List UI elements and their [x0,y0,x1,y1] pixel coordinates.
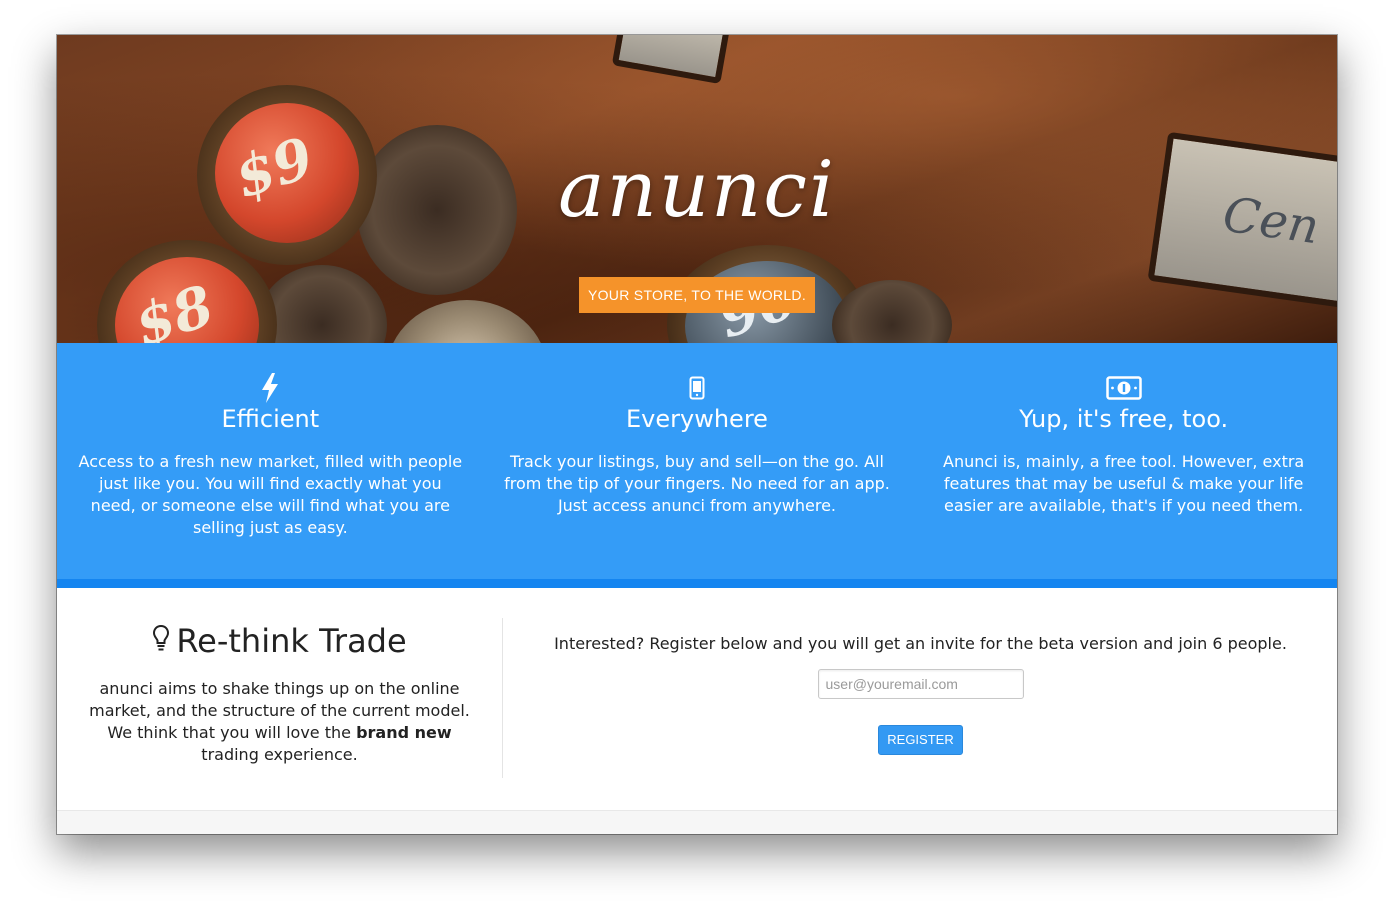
browser-window: $9 $8 90 Cen anunci YOUR STORE, TO THE W… [57,35,1337,834]
feature-title: Everywhere [626,405,768,433]
feature-everywhere: Everywhere Track your listings, buy and … [484,343,911,579]
rethink-text-end: trading experience. [201,745,358,764]
invite-text: Interested? Register below and you will … [554,634,1287,653]
feature-text: Anunci is, mainly, a free tool. However,… [943,452,1305,515]
rethink-title: Re-think Trade [176,622,407,660]
site-logo[interactable]: anunci [57,145,1337,235]
signup-section: Re-think Trade anunci aims to shake thin… [57,588,1337,810]
rethink-text: anunci aims to shake things up on the on… [87,678,472,766]
lightbulb-icon [152,622,170,660]
rethink-panel: Re-think Trade anunci aims to shake thin… [57,618,503,778]
features-divider-bar [57,579,1337,588]
money-bill-icon [930,373,1317,403]
feature-title: Efficient [221,405,320,433]
register-panel: Interested? Register below and you will … [504,618,1337,755]
feature-text: Track your listings, buy and sell—on the… [504,452,890,515]
feature-text: Access to a fresh new market, filled wit… [78,452,463,537]
footer-strip [57,810,1337,834]
feature-efficient: Efficient Access to a fresh new market, … [57,343,484,579]
hero-photo-display [611,35,733,85]
rethink-heading: Re-think Trade [87,622,472,660]
email-input[interactable] [817,669,1024,699]
rethink-text-bold: brand new [356,723,452,742]
hero-banner: $9 $8 90 Cen anunci YOUR STORE, TO THE W… [57,35,1337,343]
mobile-phone-icon [504,373,891,403]
features-section: Efficient Access to a fresh new market, … [57,343,1337,579]
hero-photo-ring [387,300,547,343]
lightning-icon [77,373,464,403]
feature-title: Yup, it's free, too. [1019,405,1229,433]
feature-free: Yup, it's free, too. Anunci is, mainly, … [910,343,1337,579]
register-button[interactable]: REGISTER [878,725,963,755]
tagline-badge: YOUR STORE, TO THE WORLD. [579,277,815,313]
